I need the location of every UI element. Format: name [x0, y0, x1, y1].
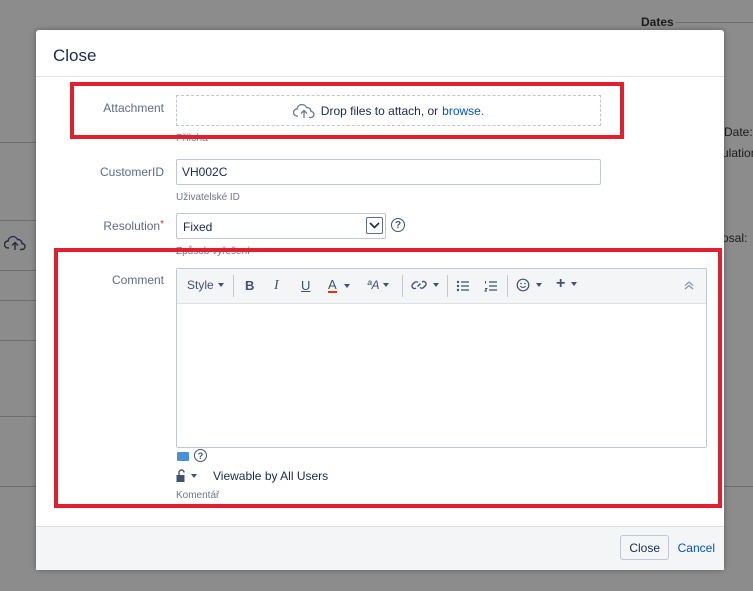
resolution-label: Resolution* [36, 219, 164, 233]
customer-id-label: CustomerID [99, 165, 164, 179]
comment-highlight-box [54, 248, 722, 508]
cancel-link[interactable]: Cancel [678, 541, 715, 555]
customer-id-hint: Uživatelské ID [176, 192, 240, 203]
chevron-down-icon[interactable] [366, 217, 383, 234]
dialog-footer: Close Cancel [36, 526, 724, 570]
dialog-header: Close [36, 30, 724, 77]
attachment-highlight-box [70, 82, 624, 139]
resolution-label-text: Resolution [103, 219, 161, 233]
customer-id-input[interactable] [176, 159, 601, 185]
resolution-select[interactable]: Fixed [176, 213, 386, 239]
required-marker: * [160, 219, 164, 230]
help-icon[interactable]: ? [391, 218, 405, 232]
dialog-title: Close [53, 46, 97, 65]
resolution-selected-value: Fixed [183, 220, 213, 234]
close-button[interactable]: Close [620, 535, 669, 560]
